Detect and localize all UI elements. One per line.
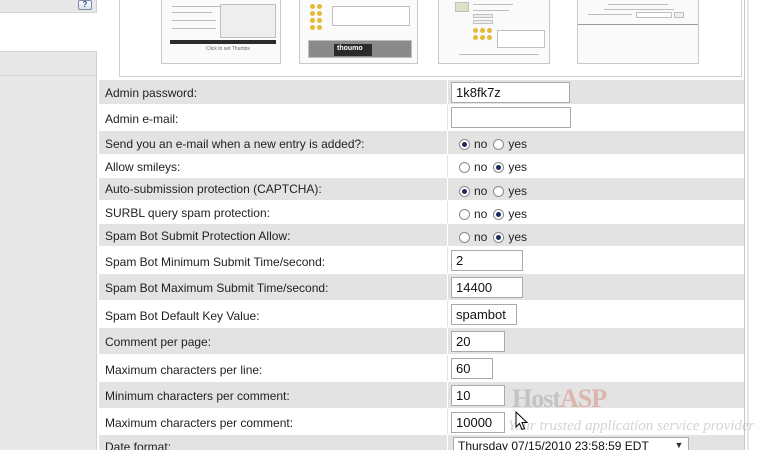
setting-row-email-notify: Send you an e-mail when a new entry is a… — [99, 131, 744, 155]
captcha-no-option[interactable]: no — [459, 184, 487, 198]
admin-email-label: Admin e-mail: — [105, 112, 179, 126]
thumbnail-caption: Click to set Thumbs — [206, 46, 250, 52]
surbl-no-option[interactable]: no — [459, 207, 487, 221]
smileys-no-radio[interactable] — [459, 161, 470, 173]
comment-per-page-input[interactable] — [451, 331, 505, 352]
email-notify-yes-option[interactable]: yes — [493, 137, 527, 151]
spambot-max-time-input[interactable] — [451, 277, 523, 298]
theme-thumbnail-3[interactable] — [438, 0, 550, 64]
date-format-value: Thursday 07/15/2010 23:58:59 EDT — [458, 439, 649, 450]
smileys-no-option[interactable]: no — [459, 160, 487, 174]
guestbook-settings-form: Admin password: Admin e-mail: Send you a… — [99, 80, 744, 450]
captcha-yes-radio[interactable] — [493, 185, 505, 197]
setting-row-admin-email: Admin e-mail: — [99, 105, 744, 131]
surbl-label: SURBL query spam protection: — [105, 206, 270, 220]
nav-divider — [0, 75, 97, 76]
surbl-no-radio[interactable] — [459, 208, 470, 220]
admin-password-input[interactable] — [451, 82, 570, 103]
setting-row-smileys: Allow smileys: no yes — [99, 155, 744, 178]
spambot-allow-no-radio[interactable] — [459, 231, 470, 243]
surbl-yes-option[interactable]: yes — [493, 207, 527, 221]
scrollbar-track[interactable] — [747, 0, 749, 450]
mouse-pointer-icon — [515, 411, 529, 431]
admin-email-input[interactable] — [451, 107, 571, 128]
setting-row-spambot-key: Spam Bot Default Key Value: — [99, 301, 744, 328]
setting-row-max-chars-line: Maximum characters per line: — [99, 355, 744, 382]
min-chars-comment-input[interactable] — [451, 385, 505, 406]
nav-highlight-band — [0, 12, 97, 52]
help-icon[interactable]: ? — [78, 0, 92, 10]
spambot-key-label: Spam Bot Default Key Value: — [105, 309, 260, 323]
setting-row-captcha: Auto-submission protection (CAPTCHA): no… — [99, 178, 744, 201]
setting-row-admin-password: Admin password: — [99, 80, 744, 105]
date-format-select[interactable]: Thursday 07/15/2010 23:58:59 EDT ▼ — [453, 437, 689, 450]
email-notify-yes-radio[interactable] — [493, 138, 505, 150]
setting-row-max-chars-comment: Maximum characters per comment: — [99, 409, 744, 435]
setting-row-comment-per-page: Comment per page: — [99, 328, 744, 355]
setting-row-min-chars-comment: Minimum characters per comment: — [99, 382, 744, 409]
setting-row-spambot-max-time: Spam Bot Maximum Submit Time/second: — [99, 274, 744, 301]
spambot-allow-yes-radio[interactable] — [493, 231, 505, 243]
theme-thumbnail-1[interactable]: Click to set Thumbs — [161, 0, 281, 64]
captcha-label: Auto-submission protection (CAPTCHA): — [105, 182, 322, 196]
spambot-min-time-label: Spam Bot Minimum Submit Time/second: — [105, 255, 326, 269]
spambot-allow-no-option[interactable]: no — [459, 230, 487, 244]
theme-thumbnail-strip: Click to set Thumbs thoumo — [119, 0, 742, 77]
spambot-allow-yes-option[interactable]: yes — [493, 230, 527, 244]
smileys-yes-option[interactable]: yes — [493, 160, 527, 174]
chevron-down-icon[interactable]: ▼ — [672, 440, 686, 450]
spambot-allow-label: Spam Bot Submit Protection Allow: — [105, 229, 291, 243]
thumbnail-logo: thoumo — [337, 45, 363, 52]
theme-thumbnail-2[interactable]: thoumo — [299, 0, 418, 64]
allow-smileys-label: Allow smileys: — [105, 160, 181, 174]
setting-row-date-format: Date format: Thursday 07/15/2010 23:58:5… — [99, 435, 744, 450]
max-chars-comment-input[interactable] — [451, 412, 505, 433]
surbl-yes-radio[interactable] — [493, 208, 505, 220]
spambot-key-input[interactable] — [451, 304, 517, 325]
admin-password-label: Admin password: — [105, 86, 198, 100]
email-notify-no-option[interactable]: no — [459, 137, 487, 151]
captcha-no-radio[interactable] — [459, 185, 470, 197]
max-chars-line-label: Maximum characters per line: — [105, 363, 263, 377]
setting-row-spambot-allow: Spam Bot Submit Protection Allow: no yes — [99, 224, 744, 247]
left-nav-panel: ? — [0, 0, 97, 450]
email-notify-label: Send you an e-mail when a new entry is a… — [105, 137, 365, 151]
spambot-max-time-label: Spam Bot Maximum Submit Time/second: — [105, 281, 329, 295]
comment-per-page-label: Comment per page: — [105, 335, 212, 349]
theme-thumbnail-4[interactable] — [577, 0, 699, 64]
setting-row-surbl: SURBL query spam protection: no yes — [99, 201, 744, 224]
setting-row-spambot-min-time: Spam Bot Minimum Submit Time/second: — [99, 247, 744, 274]
min-chars-comment-label: Minimum characters per comment: — [105, 389, 290, 403]
spambot-min-time-input[interactable] — [451, 250, 523, 271]
smileys-yes-radio[interactable] — [493, 161, 505, 173]
date-format-label: Date format: — [105, 440, 172, 450]
email-notify-no-radio[interactable] — [459, 138, 470, 150]
captcha-yes-option[interactable]: yes — [493, 184, 527, 198]
max-chars-comment-label: Maximum characters per comment: — [105, 416, 294, 430]
max-chars-line-input[interactable] — [451, 358, 493, 379]
right-scroll-strip[interactable] — [744, 0, 776, 450]
